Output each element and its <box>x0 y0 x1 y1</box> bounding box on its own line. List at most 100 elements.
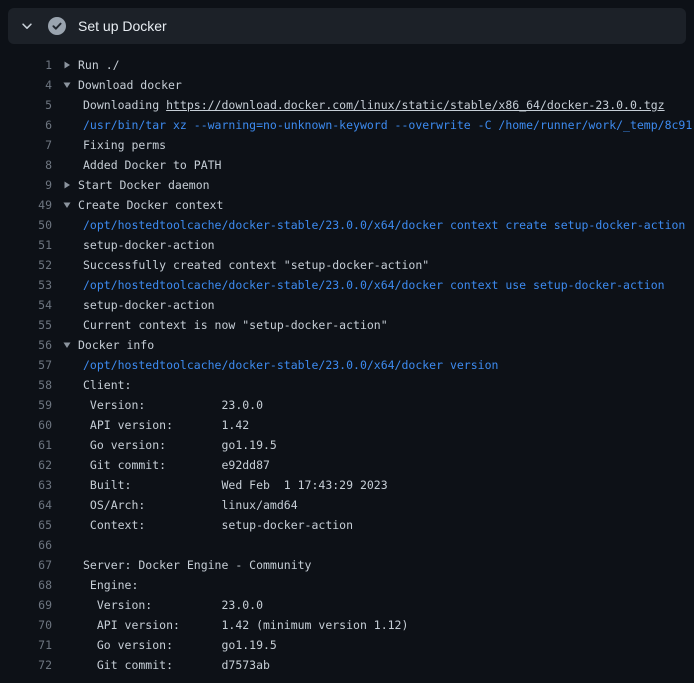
group-title: Create Docker context <box>78 195 223 215</box>
log-line: 50/opt/hostedtoolcache/docker-stable/23.… <box>0 215 694 235</box>
log-text: Successfully created context "setup-dock… <box>83 255 429 275</box>
line-number[interactable]: 49 <box>0 195 52 215</box>
log-line: 62 Git commit: e92dd87 <box>0 455 694 475</box>
log-text: Engine: <box>83 575 138 595</box>
log-text-row: API version: 1.42 (minimum version 1.12) <box>52 615 694 635</box>
log-text: Fixing perms <box>83 135 166 155</box>
group-expanded-triangle-icon[interactable] <box>63 201 71 209</box>
log-text: Go version: go1.19.5 <box>83 635 277 655</box>
log-line: 1 Run ./ <box>0 55 694 75</box>
log-line: 4 Download docker <box>0 75 694 95</box>
line-number[interactable]: 63 <box>0 475 52 495</box>
log-group-row[interactable]: Run ./ <box>52 55 694 75</box>
group-expanded-triangle-icon[interactable] <box>63 81 71 89</box>
line-number[interactable]: 69 <box>0 595 52 615</box>
log-line: 57/opt/hostedtoolcache/docker-stable/23.… <box>0 355 694 375</box>
log-group-row[interactable]: Docker info <box>52 335 694 355</box>
log-link[interactable]: https://download.docker.com/linux/static… <box>166 95 665 115</box>
line-number[interactable]: 67 <box>0 555 52 575</box>
group-title: Run ./ <box>78 55 120 75</box>
log-text: Added Docker to PATH <box>83 155 221 175</box>
line-number[interactable]: 57 <box>0 355 52 375</box>
log-line: 63 Built: Wed Feb 1 17:43:29 2023 <box>0 475 694 495</box>
log-text-row: Version: 23.0.0 <box>52 395 694 415</box>
log-text-row: Successfully created context "setup-dock… <box>52 255 694 275</box>
line-number[interactable]: 7 <box>0 135 52 155</box>
line-number[interactable]: 55 <box>0 315 52 335</box>
log-group-row[interactable]: Create Docker context <box>52 195 694 215</box>
log-text-row: setup-docker-action <box>52 295 694 315</box>
log-line: 55Current context is now "setup-docker-a… <box>0 315 694 335</box>
log-group-row[interactable]: Start Docker daemon <box>52 175 694 195</box>
log-text: Git commit: d7573ab <box>83 655 270 675</box>
log-line: 6/usr/bin/tar xz --warning=no-unknown-ke… <box>0 115 694 135</box>
group-title: Docker info <box>78 335 154 355</box>
log-line: 58 Client: <box>0 375 694 395</box>
log-line: 8 Added Docker to PATH <box>0 155 694 175</box>
line-number[interactable]: 70 <box>0 615 52 635</box>
log-text: Go version: go1.19.5 <box>83 435 277 455</box>
line-number[interactable]: 66 <box>0 535 52 555</box>
line-number[interactable]: 5 <box>0 95 52 115</box>
log-line: 71 Go version: go1.19.5 <box>0 635 694 655</box>
log-line: 56 Docker info <box>0 335 694 355</box>
log-text-row: Server: Docker Engine - Community <box>52 555 694 575</box>
line-number[interactable]: 56 <box>0 335 52 355</box>
line-number[interactable]: 9 <box>0 175 52 195</box>
log-text-row: OS/Arch: linux/amd64 <box>52 495 694 515</box>
line-number[interactable]: 72 <box>0 655 52 675</box>
log-command-row: /usr/bin/tar xz --warning=no-unknown-key… <box>52 115 694 135</box>
line-number[interactable]: 54 <box>0 295 52 315</box>
log-text-row <box>52 535 694 555</box>
line-number[interactable]: 65 <box>0 515 52 535</box>
line-number[interactable]: 62 <box>0 455 52 475</box>
log-line: 5Downloading https://download.docker.com… <box>0 95 694 115</box>
check-circle-icon <box>48 17 66 35</box>
step-header[interactable]: Set up Docker <box>8 8 686 44</box>
line-number[interactable]: 68 <box>0 575 52 595</box>
log-command-row: /opt/hostedtoolcache/docker-stable/23.0.… <box>52 355 694 375</box>
log-text: Client: <box>83 375 131 395</box>
line-number[interactable]: 4 <box>0 75 52 95</box>
line-number[interactable]: 8 <box>0 155 52 175</box>
log-line: 66 <box>0 535 694 555</box>
command-text: /opt/hostedtoolcache/docker-stable/23.0.… <box>83 215 685 235</box>
log-line: 51 setup-docker-action <box>0 235 694 255</box>
log-text-row: setup-docker-action <box>52 235 694 255</box>
command-text: /opt/hostedtoolcache/docker-stable/23.0.… <box>83 275 665 295</box>
log-line: 68 Engine: <box>0 575 694 595</box>
group-title: Start Docker daemon <box>78 175 210 195</box>
group-collapsed-triangle-icon[interactable] <box>63 181 71 189</box>
line-number[interactable]: 60 <box>0 415 52 435</box>
log-text: Version: 23.0.0 <box>83 395 263 415</box>
log-text-row: Git commit: e92dd87 <box>52 455 694 475</box>
log-text-row: Context: setup-docker-action <box>52 515 694 535</box>
log-text-row: Added Docker to PATH <box>52 155 694 175</box>
line-number[interactable]: 1 <box>0 55 52 75</box>
line-number[interactable]: 6 <box>0 115 52 135</box>
log-text: Server: Docker Engine - Community <box>83 555 311 575</box>
line-number[interactable]: 61 <box>0 435 52 455</box>
line-number[interactable]: 64 <box>0 495 52 515</box>
line-number[interactable]: 50 <box>0 215 52 235</box>
line-number[interactable]: 53 <box>0 275 52 295</box>
group-collapsed-triangle-icon[interactable] <box>63 61 71 69</box>
chevron-down-icon[interactable] <box>20 19 34 33</box>
log-line: 53/opt/hostedtoolcache/docker-stable/23.… <box>0 275 694 295</box>
step-title: Set up Docker <box>78 16 167 36</box>
log-group-row[interactable]: Download docker <box>52 75 694 95</box>
log-text: setup-docker-action <box>83 235 215 255</box>
log-text: API version: 1.42 (minimum version 1.12) <box>83 615 408 635</box>
line-number[interactable]: 71 <box>0 635 52 655</box>
log-lines-container: 1 Run ./ 4 Download docker5Downloading http… <box>0 55 694 675</box>
group-expanded-triangle-icon[interactable] <box>63 341 71 349</box>
log-text: Context: setup-docker-action <box>83 515 353 535</box>
line-number[interactable]: 59 <box>0 395 52 415</box>
group-title: Download docker <box>78 75 182 95</box>
log-text-row: Engine: <box>52 575 694 595</box>
line-number[interactable]: 52 <box>0 255 52 275</box>
log-line: 67 Server: Docker Engine - Community <box>0 555 694 575</box>
line-number[interactable]: 58 <box>0 375 52 395</box>
log-text: API version: 1.42 <box>83 415 249 435</box>
line-number[interactable]: 51 <box>0 235 52 255</box>
